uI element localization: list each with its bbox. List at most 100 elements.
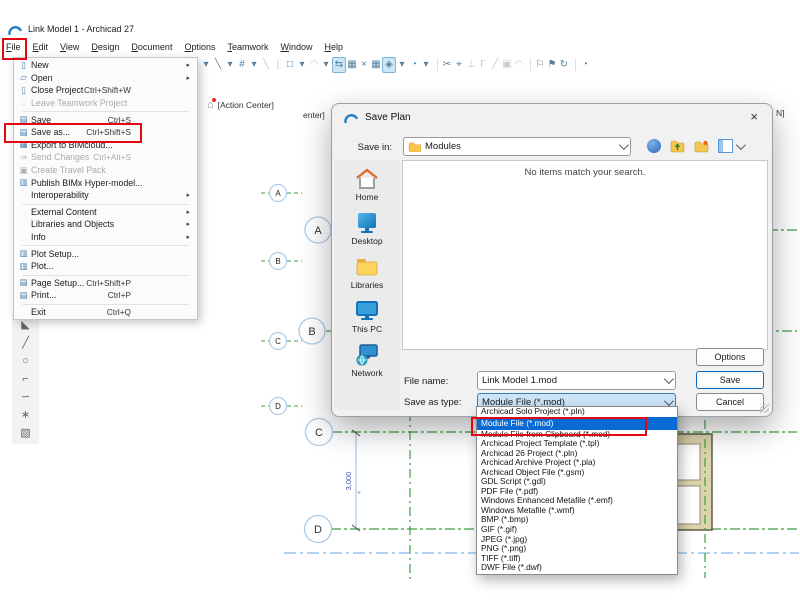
line-tool-icon[interactable]: ╱ [18,336,34,350]
flag-icon[interactable]: ⚐ [534,58,546,72]
file-menu-item[interactable]: Info ▸ [14,231,197,244]
trim-icon[interactable]: ⊥ [465,58,477,72]
dropdown-caret-icon[interactable]: ▾ [396,58,408,72]
menubar-item[interactable]: Window [275,39,319,57]
hotspot-tool-icon[interactable]: ∗ [18,408,34,422]
archicad-logo-icon [344,111,358,123]
grid-stubs [261,193,302,406]
file-menu-item[interactable]: Exit Ctrl+Q [14,306,197,319]
sidebar-item-this-pc[interactable]: This PC [352,299,382,334]
cloud-status-icon[interactable]: ◔ [579,58,591,72]
view-menu-button[interactable] [718,139,743,153]
file-menu-item[interactable]: ◌ Leave Teamwork Project [14,97,197,110]
file-type-option[interactable]: DWF File (*.dwf) [477,563,677,573]
file-menu-item[interactable]: ▯ New ▸ [14,59,197,72]
tab-action-center[interactable]: ⌂ [Action Center] [207,97,274,113]
marquee-icon[interactable]: □ [284,58,296,72]
home-icon [354,167,380,190]
file-menu-item[interactable]: ▣ Create Travel Pack [14,164,197,177]
file-menu-item[interactable]: ▤ Page Setup... Ctrl+Shift+P [14,277,197,290]
grid-snap-icon[interactable]: # [236,58,248,72]
sidebar-item-libraries[interactable]: Libraries [351,255,384,290]
fillet-icon[interactable]: Γ [477,58,489,72]
menu-item-label: Send Changes [31,152,89,162]
tab-fragment-right[interactable]: N] [776,108,785,118]
dropdown-caret-icon[interactable]: ▾ [420,58,432,72]
file-name-combobox[interactable]: Link Model 1.mod [477,371,676,390]
suspend-groups-icon[interactable]: ⇆ [332,57,346,73]
file-menu-item[interactable]: ▱ Open ▸ [14,72,197,85]
cancel-button[interactable]: Cancel [696,393,764,411]
sidebar-label: This PC [352,324,382,334]
menubar-item[interactable]: Design [85,39,125,57]
resize-grip[interactable] [760,404,769,413]
menubar-item[interactable]: Document [125,39,178,57]
menubar-item[interactable]: Options [178,39,221,57]
menu-item-label: Print... [31,290,56,300]
spline-tool-icon[interactable]: ∽ [18,390,34,404]
rebuild-icon[interactable]: ↻ [558,58,570,72]
file-menu-item[interactable]: ▥ Plot Setup... [14,247,197,260]
save-in-combobox[interactable]: Modules [403,137,631,156]
file-menu-item[interactable]: ▤ Print... Ctrl+P [14,289,197,302]
scissors-icon[interactable]: ✂ [441,58,453,72]
sidebar-item-network[interactable]: Network [351,343,382,378]
menubar-item[interactable]: View [54,39,85,57]
up-one-level-icon[interactable] [670,140,685,153]
app-titlebar: Link Model 1 - Archicad 27 [8,21,134,37]
notification-dot [212,98,216,102]
dropdown-caret-icon[interactable]: ▾ [296,58,308,72]
circle-tool-icon[interactable]: ○ [18,354,34,368]
submenu-arrow-icon: ▸ [186,191,190,199]
dropdown-caret-icon[interactable]: ▾ [200,58,212,72]
file-menu-item[interactable]: ▯ Close Project Ctrl+Shift+W [14,84,197,97]
save-plan-dialog: Save Plan × Save in: Modules H [331,103,773,417]
file-menu-item[interactable]: ⇒ Send Changes Ctrl+Alt+S [14,151,197,164]
toolbar-icon[interactable] [526,59,531,71]
pen-set-icon[interactable]: ╲ [212,58,224,72]
dropdown-caret-icon[interactable]: ▾ [320,58,332,72]
save-button[interactable]: Save [696,371,764,389]
create-new-folder-icon[interactable] [694,140,709,153]
back-to-last-folder-icon[interactable] [647,139,661,153]
file-menu-item[interactable]: Libraries and Objects ▸ [14,218,197,231]
sidebar-item-desktop[interactable]: Desktop [351,211,382,246]
options-button[interactable]: Options [696,348,764,366]
cutaway-icon[interactable]: ◈ [382,57,396,73]
save-in-label: Save in: [340,142,392,153]
guide-line-icon[interactable]: ╲ [260,58,272,72]
menubar-item[interactable]: Edit [27,39,55,57]
menubar-item[interactable]: Help [319,39,350,57]
guide-segment-icon[interactable]: ❘ [272,58,284,72]
file-list-area[interactable]: No items match your search. [402,160,768,350]
menu-item-shortcut: Ctrl+Shift+P [86,278,131,288]
sidebar-item-home[interactable]: Home [354,167,380,202]
tab-fragment-left[interactable]: enter] [303,110,325,120]
dropdown-caret-icon[interactable]: ▾ [248,58,260,72]
file-menu-item[interactable]: ▥ Publish BIMx Hyper-model... [14,176,197,189]
file-menu-item[interactable]: External Content ▸ [14,206,197,219]
resize-icon[interactable]: ▣ [501,58,513,72]
toolbar-icon[interactable] [571,59,576,71]
pick-up-parameters-icon[interactable]: ⌖ [453,58,465,72]
file-menu-item[interactable]: ▥ Plot... [14,260,197,273]
menubar-item[interactable]: Teamwork [222,39,275,57]
flag-filled-icon[interactable]: ⚑ [546,58,558,72]
dialog-close-button[interactable]: × [750,109,758,124]
menu-item-label: Page Setup... [31,278,84,288]
page-setup-icon: ▤ [16,277,31,288]
file-type-option[interactable]: Archicad Solo Project (*.pln) [477,407,677,417]
dropdown-caret-icon[interactable]: ▾ [224,58,236,72]
roof-icon[interactable]: ◠ [513,58,525,72]
split-icon[interactable]: ╱ [489,58,501,72]
file-menu-item[interactable]: Interoperability ▸ [14,189,197,202]
svg-text:B: B [308,326,315,338]
edit-elements-icon[interactable]: ▦ [346,58,358,72]
lock-icon[interactable]: ◠ [308,58,320,72]
orientation-icon[interactable]: ◔ [408,58,420,72]
toolbar-icon[interactable] [433,59,438,71]
virtual-trace-icon[interactable]: ▦ [370,58,382,72]
figure-tool-icon[interactable]: ▧ [18,426,34,440]
explode-icon[interactable]: × [358,58,370,72]
polyline-tool-icon[interactable]: ⌐ [18,372,34,386]
